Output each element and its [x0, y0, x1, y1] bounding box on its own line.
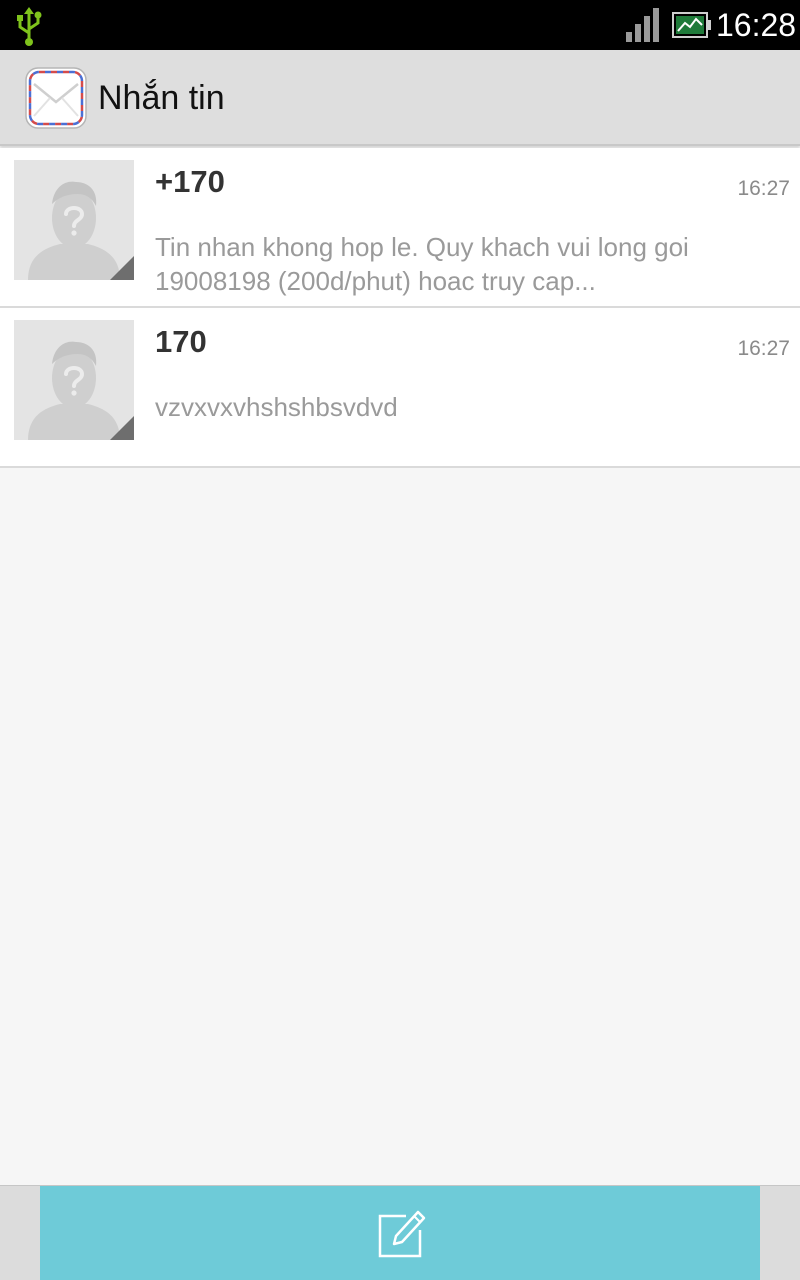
bottom-bar	[0, 1185, 800, 1280]
action-bar: Nhắn tin	[0, 50, 800, 146]
message-snippet: Tin nhan khong hop le. Quy khach vui lon…	[155, 232, 689, 296]
messaging-screen: 16:28 Nhắn tin +170 16:27 Tin nhan khong…	[0, 0, 800, 1280]
conversation-item[interactable]: +170 16:27 Tin nhan khong hop le. Quy kh…	[0, 148, 800, 308]
message-time: 16:27	[737, 337, 790, 360]
conversation-list: +170 16:27 Tin nhan khong hop le. Quy kh…	[0, 148, 800, 468]
compose-button[interactable]	[40, 1186, 760, 1280]
contact-placeholder-icon	[14, 320, 134, 440]
page-title: Nhắn tin	[98, 79, 225, 117]
contact-placeholder-icon	[14, 160, 134, 280]
envelope-icon[interactable]	[24, 66, 88, 130]
contact-name: +170	[155, 164, 225, 199]
message-snippet: vzvxvxvhshshbsvdvd	[155, 392, 398, 422]
status-time: 16:28	[716, 7, 797, 43]
status-bar: 16:28	[0, 0, 800, 50]
conversation-item[interactable]: 170 16:27 vzvxvxvhshshbsvdvd	[0, 308, 800, 468]
battery-icon	[672, 12, 711, 38]
message-time: 16:27	[737, 177, 790, 200]
avatar[interactable]	[14, 160, 134, 280]
contact-name: 170	[155, 324, 207, 359]
avatar[interactable]	[14, 320, 134, 440]
signal-icon	[626, 8, 659, 42]
compose-icon	[378, 1210, 426, 1258]
usb-icon	[17, 7, 42, 46]
